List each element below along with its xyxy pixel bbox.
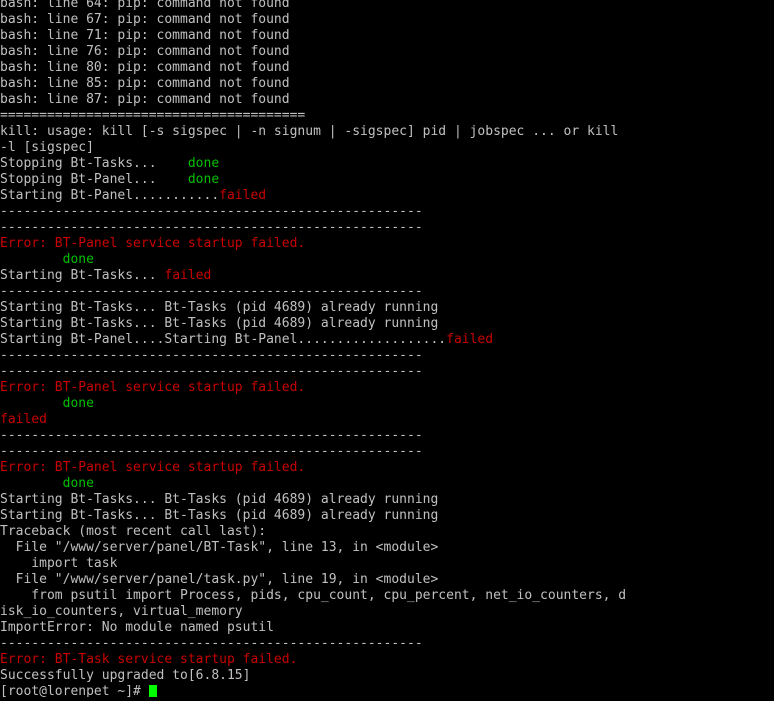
text-cursor [148,685,157,697]
error-text: failed [219,188,267,203]
terminal-prompt-line[interactable]: [root@lorenpet ~]# [0,684,774,697]
terminal-line: bash: line 64: pip: command not found [0,0,774,12]
terminal-line: done [0,476,774,492]
output-text: bash: line 64: pip: command not found [0,0,290,11]
terminal-line: File "/www/server/panel/BT-Task", line 1… [0,540,774,556]
terminal-line: Starting Bt-Tasks... failed [0,268,774,284]
terminal-line: bash: line 80: pip: command not found [0,60,774,76]
terminal-line: -l [sigspec] [0,140,774,156]
terminal-line: bash: line 67: pip: command not found [0,12,774,28]
output-text: ----------------------------------------… [0,444,423,459]
terminal-line: ----------------------------------------… [0,348,774,364]
output-text: -l [sigspec] [0,140,94,155]
terminal-line: Error: BT-Panel service startup failed. [0,380,774,396]
terminal-line: ----------------------------------------… [0,220,774,236]
output-text: Stopping Bt-Tasks... [0,156,188,171]
terminal-line: ----------------------------------------… [0,284,774,300]
terminal-line: bash: line 76: pip: command not found [0,44,774,60]
terminal-line: File "/www/server/panel/task.py", line 1… [0,572,774,588]
terminal-line: isk_io_counters, virtual_memory [0,604,774,620]
error-text: Error: BT-Panel service startup failed. [0,380,306,395]
output-text: Starting Bt-Panel....Starting Bt-Panel..… [0,332,447,347]
terminal-line: Stopping Bt-Tasks... done [0,156,774,172]
terminal-line: failed [0,412,774,428]
output-text: bash: line 80: pip: command not found [0,60,290,75]
terminal-line: kill: usage: kill [-s sigspec | -n signu… [0,124,774,140]
terminal-line: done [0,252,774,268]
terminal-line: Starting Bt-Panel...........failed [0,188,774,204]
terminal-line: Error: BT-Task service startup failed. [0,652,774,668]
terminal-line: ======================================= [0,108,774,124]
terminal-line: done [0,396,774,412]
error-text: Error: BT-Task service startup failed. [0,652,298,667]
terminal-line: bash: line 87: pip: command not found [0,92,774,108]
error-text: failed [164,268,212,283]
output-text: Starting Bt-Panel........... [0,188,220,203]
output-text: Starting Bt-Tasks... Bt-Tasks (pid 4689)… [0,300,439,315]
output-text: Starting Bt-Tasks... Bt-Tasks (pid 4689)… [0,492,439,507]
terminal-line: from psutil import Process, pids, cpu_co… [0,588,774,604]
output-text: ImportError: No module named psutil [0,620,274,635]
output-text: Successfully upgraded to[6.8.15] [0,668,251,683]
terminal-line: Successfully upgraded to[6.8.15] [0,668,774,684]
output-text: ======================================= [0,108,306,123]
success-text: done [62,252,94,267]
output-text: ----------------------------------------… [0,220,423,235]
output-text: Stopping Bt-Panel... [0,172,188,187]
output-text: File "/www/server/panel/task.py", line 1… [0,572,439,587]
output-text: kill: usage: kill [-s sigspec | -n signu… [0,124,619,139]
terminal-line: Traceback (most recent call last): [0,524,774,540]
output-text: ----------------------------------------… [0,636,423,651]
terminal-line: Starting Bt-Tasks... Bt-Tasks (pid 4689)… [0,508,774,524]
terminal-output: bash: line 64: pip: command not found bas… [0,0,774,684]
success-text: done [187,156,220,171]
error-text: failed [446,332,494,347]
output-text: ----------------------------------------… [0,428,423,443]
output-text: isk_io_counters, virtual_memory [0,604,243,619]
output-text: bash: line 87: pip: command not found [0,92,290,107]
error-text: Error: BT-Panel service startup failed. [0,236,306,251]
terminal-line: ----------------------------------------… [0,428,774,444]
output-text: bash: line 85: pip: command not found [0,76,290,91]
output-text: bash: line 71: pip: command not found [0,28,290,43]
terminal-line: Error: BT-Panel service startup failed. [0,236,774,252]
output-text: Starting Bt-Tasks... Bt-Tasks (pid 4689)… [0,316,439,331]
output-text: ----------------------------------------… [0,348,423,363]
terminal-line: ImportError: No module named psutil [0,620,774,636]
shell-prompt: [root@lorenpet ~]# [0,684,149,697]
terminal-line: ----------------------------------------… [0,444,774,460]
terminal-line: ----------------------------------------… [0,204,774,220]
output-text: ----------------------------------------… [0,284,423,299]
output-text: Traceback (most recent call last): [0,524,267,539]
terminal-line: Starting Bt-Tasks... Bt-Tasks (pid 4689)… [0,300,774,316]
terminal-line: Stopping Bt-Panel... done [0,172,774,188]
terminal-window[interactable]: bash: line 64: pip: command not found bas… [0,0,774,697]
success-text: done [62,476,94,491]
output-text: from psutil import Process, pids, cpu_co… [0,588,627,603]
terminal-line: bash: line 71: pip: command not found [0,28,774,44]
error-text: failed [0,412,47,427]
error-text: Error: BT-Panel service startup failed. [0,460,306,475]
success-text: done [62,396,94,411]
output-text: ----------------------------------------… [0,364,423,379]
output-text: import task [0,556,118,571]
output-text: bash: line 67: pip: command not found [0,12,290,27]
output-text: File "/www/server/panel/BT-Task", line 1… [0,540,439,555]
terminal-line: Starting Bt-Tasks... Bt-Tasks (pid 4689)… [0,492,774,508]
terminal-line: Error: BT-Panel service startup failed. [0,460,774,476]
terminal-line: ----------------------------------------… [0,364,774,380]
output-text: Starting Bt-Tasks... Bt-Tasks (pid 4689)… [0,508,439,523]
terminal-line: Starting Bt-Tasks... Bt-Tasks (pid 4689)… [0,316,774,332]
terminal-line: import task [0,556,774,572]
output-text: ----------------------------------------… [0,204,423,219]
terminal-line: ----------------------------------------… [0,636,774,652]
terminal-line: Starting Bt-Panel....Starting Bt-Panel..… [0,332,774,348]
terminal-line: bash: line 85: pip: command not found [0,76,774,92]
output-text: Starting Bt-Tasks... [0,268,165,283]
output-text: bash: line 76: pip: command not found [0,44,290,59]
success-text: done [187,172,220,187]
